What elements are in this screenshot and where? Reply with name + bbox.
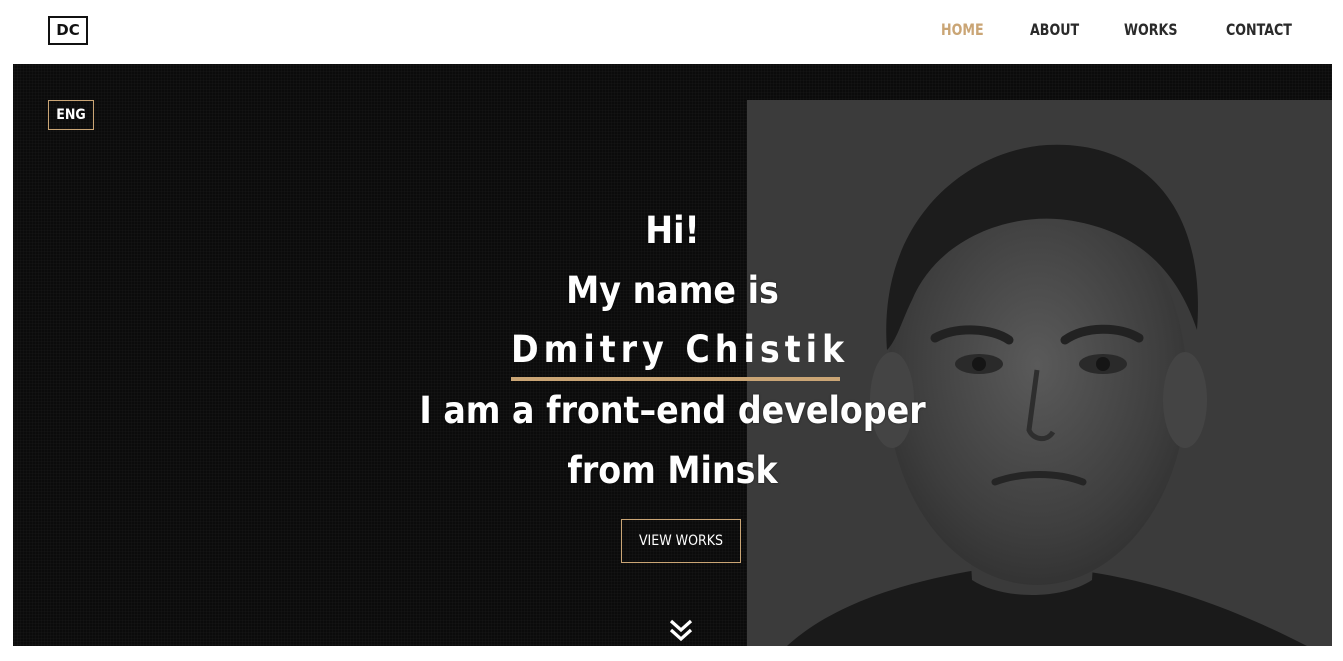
- name-underline: [511, 377, 840, 381]
- hero-location: from Minsk: [567, 449, 778, 492]
- site-logo[interactable]: DC: [48, 16, 88, 45]
- hero-role: I am a front–end developer: [419, 389, 926, 432]
- double-chevron-down-icon[interactable]: [668, 617, 694, 643]
- nav-about-link[interactable]: ABOUT: [1030, 20, 1079, 39]
- nav-contact-link[interactable]: CONTACT: [1226, 20, 1292, 39]
- hero-name-block: Dmitry Chistik: [511, 328, 850, 384]
- nav-works-link[interactable]: WORKS: [1124, 20, 1177, 39]
- hero-greeting: Hi!: [645, 209, 700, 252]
- hero-section: ENG Hi! My name is Dmitry Chistik I am a…: [13, 64, 1332, 646]
- hero-intro: My name is: [566, 269, 779, 312]
- nav-home-link[interactable]: HOME: [941, 20, 984, 39]
- site-header: DC HOME ABOUT WORKS CONTACT: [0, 0, 1343, 64]
- scroll-down-glyph: [669, 619, 693, 642]
- language-toggle-button[interactable]: ENG: [48, 100, 94, 130]
- hero-name: Dmitry Chistik: [511, 328, 850, 371]
- view-works-button[interactable]: VIEW WORKS: [621, 519, 741, 563]
